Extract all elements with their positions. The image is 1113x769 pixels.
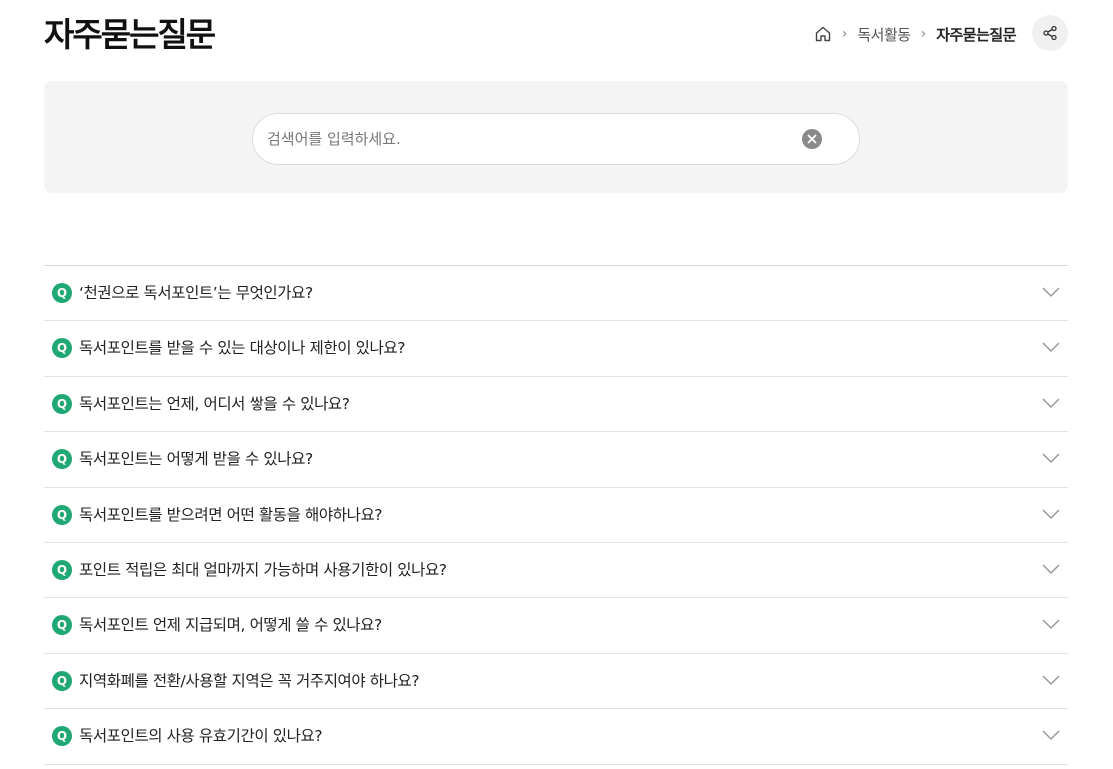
breadcrumb-home-link[interactable]	[814, 25, 832, 43]
share-button[interactable]	[1032, 15, 1068, 51]
search-panel	[44, 81, 1068, 193]
faq-question: 독서포인트를 받으려면 어떤 활동을 해야하나요?	[79, 505, 383, 524]
faq-list: Q ‘천권으로 독서포인트’는 무엇인가요? Q 독서포인트를 받을 수 있는 …	[44, 265, 1068, 765]
faq-question: 포인트 적립은 최대 얼마까지 가능하며 사용기한이 있나요?	[79, 560, 447, 579]
chevron-down-icon	[1042, 453, 1060, 464]
question-badge: Q	[52, 559, 72, 580]
faq-item[interactable]: Q 지역화폐를 전환/사용할 지역은 꼭 거주지여야 하나요?	[44, 654, 1068, 710]
chevron-down-icon	[1042, 730, 1060, 741]
faq-item[interactable]: Q 독서포인트는 언제, 어디서 쌓을 수 있나요?	[44, 377, 1068, 433]
faq-question: 독서포인트의 사용 유효기간이 있나요?	[79, 727, 323, 746]
chevron-down-icon	[1042, 342, 1060, 353]
clear-icon	[807, 134, 817, 144]
chevron-down-icon	[1042, 398, 1060, 408]
question-badge: Q	[52, 670, 72, 691]
faq-item[interactable]: Q 독서포인트는 어떻게 받을 수 있나요?	[44, 432, 1068, 488]
faq-question: 지역화폐를 전환/사용할 지역은 꼭 거주지여야 하나요?	[79, 671, 420, 690]
question-badge: Q	[52, 283, 72, 303]
question-badge: Q	[52, 726, 72, 747]
question-badge: Q	[52, 393, 72, 414]
breadcrumb-item-current: 자주묻는질문	[936, 25, 1016, 44]
faq-item[interactable]: Q 포인트 적립은 최대 얼마까지 가능하며 사용기한이 있나요?	[44, 543, 1068, 599]
chevron-down-icon	[1042, 509, 1060, 519]
question-badge: Q	[52, 449, 72, 470]
chevron-down-icon	[1042, 287, 1060, 298]
faq-item[interactable]: Q 독서포인트의 사용 유효기간이 있나요?	[44, 709, 1068, 765]
chevron-down-icon	[1042, 564, 1060, 575]
chevron-down-icon	[1042, 675, 1060, 685]
clear-search-button[interactable]	[802, 129, 822, 149]
faq-item[interactable]: Q 독서포인트를 받으려면 어떤 활동을 해야하나요?	[44, 488, 1068, 543]
chevron-down-icon	[1042, 619, 1060, 630]
page-title: 자주묻는질문	[44, 15, 216, 54]
question-badge: Q	[52, 338, 72, 359]
faq-item[interactable]: Q ‘천권으로 독서포인트’는 무엇인가요?	[44, 266, 1068, 322]
faq-question: 독서포인트는 언제, 어디서 쌓을 수 있나요?	[79, 394, 350, 413]
faq-question: 독서포인트를 받을 수 있는 대상이나 제한이 있나요?	[79, 339, 406, 358]
home-icon	[815, 26, 830, 42]
faq-question: ‘천권으로 독서포인트’는 무엇인가요?	[79, 284, 313, 302]
breadcrumb-separator: ›	[920, 26, 927, 42]
question-badge: Q	[52, 504, 72, 525]
faq-question: 독서포인트는 어떻게 받을 수 있나요?	[79, 450, 313, 469]
faq-item[interactable]: Q 독서포인트 언제 지급되며, 어떻게 쓸 수 있나요?	[44, 598, 1068, 654]
breadcrumb-separator: ›	[841, 26, 848, 42]
faq-item[interactable]: Q 독서포인트를 받을 수 있는 대상이나 제한이 있나요?	[44, 321, 1068, 377]
question-badge: Q	[52, 615, 72, 636]
breadcrumb-item-reading-activity[interactable]: 독서활동	[857, 24, 911, 45]
search-input[interactable]	[267, 114, 787, 164]
breadcrumb: › 독서활동 › 자주묻는질문	[814, 22, 1016, 46]
faq-question: 독서포인트 언제 지급되며, 어떻게 쓸 수 있나요?	[79, 616, 382, 635]
share-icon	[1043, 25, 1057, 41]
search-box	[252, 113, 860, 165]
